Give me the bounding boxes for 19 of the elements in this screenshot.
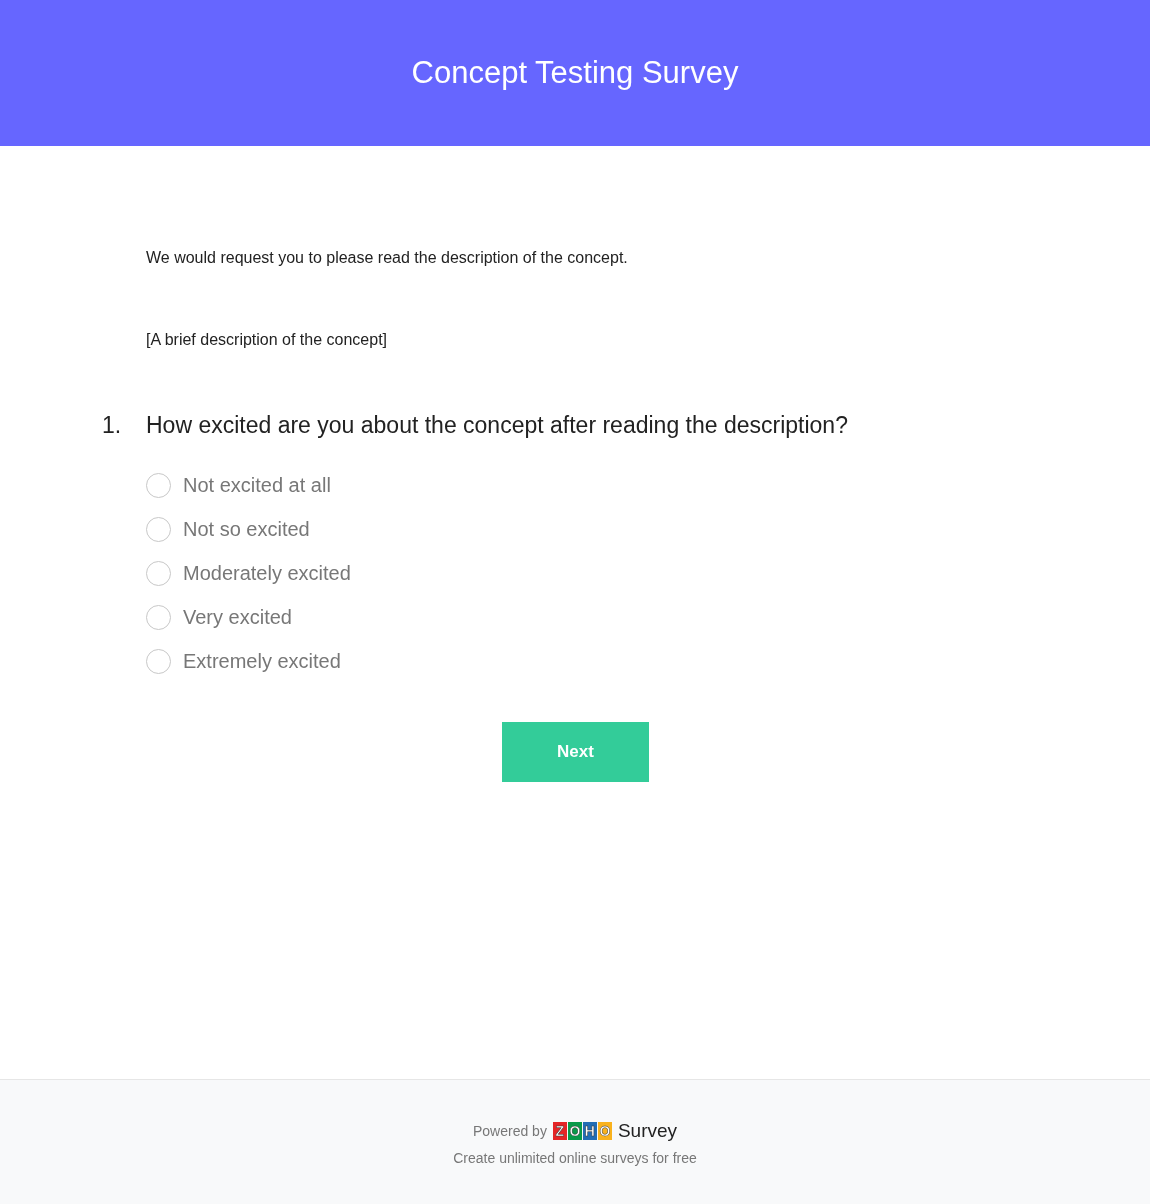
option-label[interactable]: Moderately excited [183, 562, 351, 585]
question-number: 1. [102, 412, 123, 439]
tagline-text: Create unlimited online surveys for free [453, 1150, 697, 1166]
radio-button[interactable] [146, 561, 171, 586]
option-label[interactable]: Extremely excited [183, 650, 341, 673]
survey-title: Concept Testing Survey [411, 55, 739, 91]
logo: Z O H O [552, 1122, 612, 1140]
radio-button[interactable] [146, 605, 171, 630]
option-label[interactable]: Not so excited [183, 518, 310, 541]
powered-by-text: Powered by [472, 1123, 547, 1139]
intro-text: [A brief description of the concept] [146, 330, 389, 350]
radio-button[interactable] [146, 649, 171, 674]
option-label[interactable]: Very excited [183, 606, 292, 629]
option-label[interactable]: Not excited at all [183, 474, 331, 497]
radio-button[interactable] [146, 473, 171, 498]
intro-text: We would request you to please read the description of the concept. [146, 248, 629, 268]
radio-button[interactable] [146, 517, 171, 542]
product-name: Survey [617, 1120, 678, 1142]
question-text: How excited are you about the concept after reading the description? [146, 412, 848, 439]
